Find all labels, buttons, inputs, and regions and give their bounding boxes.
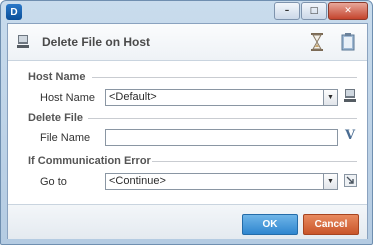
host-name-label: Host Name (40, 92, 96, 104)
window-controls: – □ ✕ (273, 2, 368, 20)
file-name-label: File Name (40, 132, 91, 144)
dialog-window: D – □ ✕ Delete File on Host Host Name Ho… (0, 0, 373, 245)
go-to-label: Go to (40, 176, 67, 188)
dialog-title: Delete File on Host (42, 35, 151, 49)
dialog-footer: OK Cancel (8, 204, 367, 239)
host-terminal-icon (17, 35, 29, 48)
ok-button[interactable]: OK (242, 214, 298, 235)
host-terminal-icon[interactable] (344, 89, 356, 103)
section-divider (92, 77, 357, 78)
go-to-value: <Continue> (109, 175, 166, 187)
section-divider (152, 161, 357, 162)
section-communication-error: If Communication Error (28, 155, 151, 167)
minimize-button[interactable]: – (274, 2, 300, 20)
chevron-down-icon[interactable]: ▼ (323, 174, 337, 189)
host-name-value: <Default> (109, 91, 157, 103)
dialog-content: Delete File on Host Host Name Host Name … (7, 23, 368, 239)
clipboard-icon[interactable] (341, 33, 355, 51)
maximize-button[interactable]: □ (301, 2, 327, 20)
chevron-down-icon[interactable]: ▼ (323, 90, 337, 105)
cancel-button[interactable]: Cancel (303, 214, 359, 235)
file-name-input[interactable] (105, 129, 338, 146)
section-divider (88, 118, 357, 119)
variable-icon[interactable]: V (343, 128, 357, 144)
dialog-header: Delete File on Host (8, 24, 367, 61)
section-delete-file: Delete File (28, 112, 84, 124)
hourglass-icon[interactable] (310, 33, 324, 51)
host-name-select[interactable]: <Default> ▼ (105, 89, 338, 106)
go-to-select[interactable]: <Continue> ▼ (105, 173, 338, 190)
section-host-name: Host Name (28, 71, 86, 83)
title-bar[interactable]: D – □ ✕ (1, 1, 372, 23)
goto-arrow-icon[interactable] (344, 174, 357, 187)
app-logo-icon: D (6, 4, 22, 20)
close-button[interactable]: ✕ (328, 2, 368, 20)
